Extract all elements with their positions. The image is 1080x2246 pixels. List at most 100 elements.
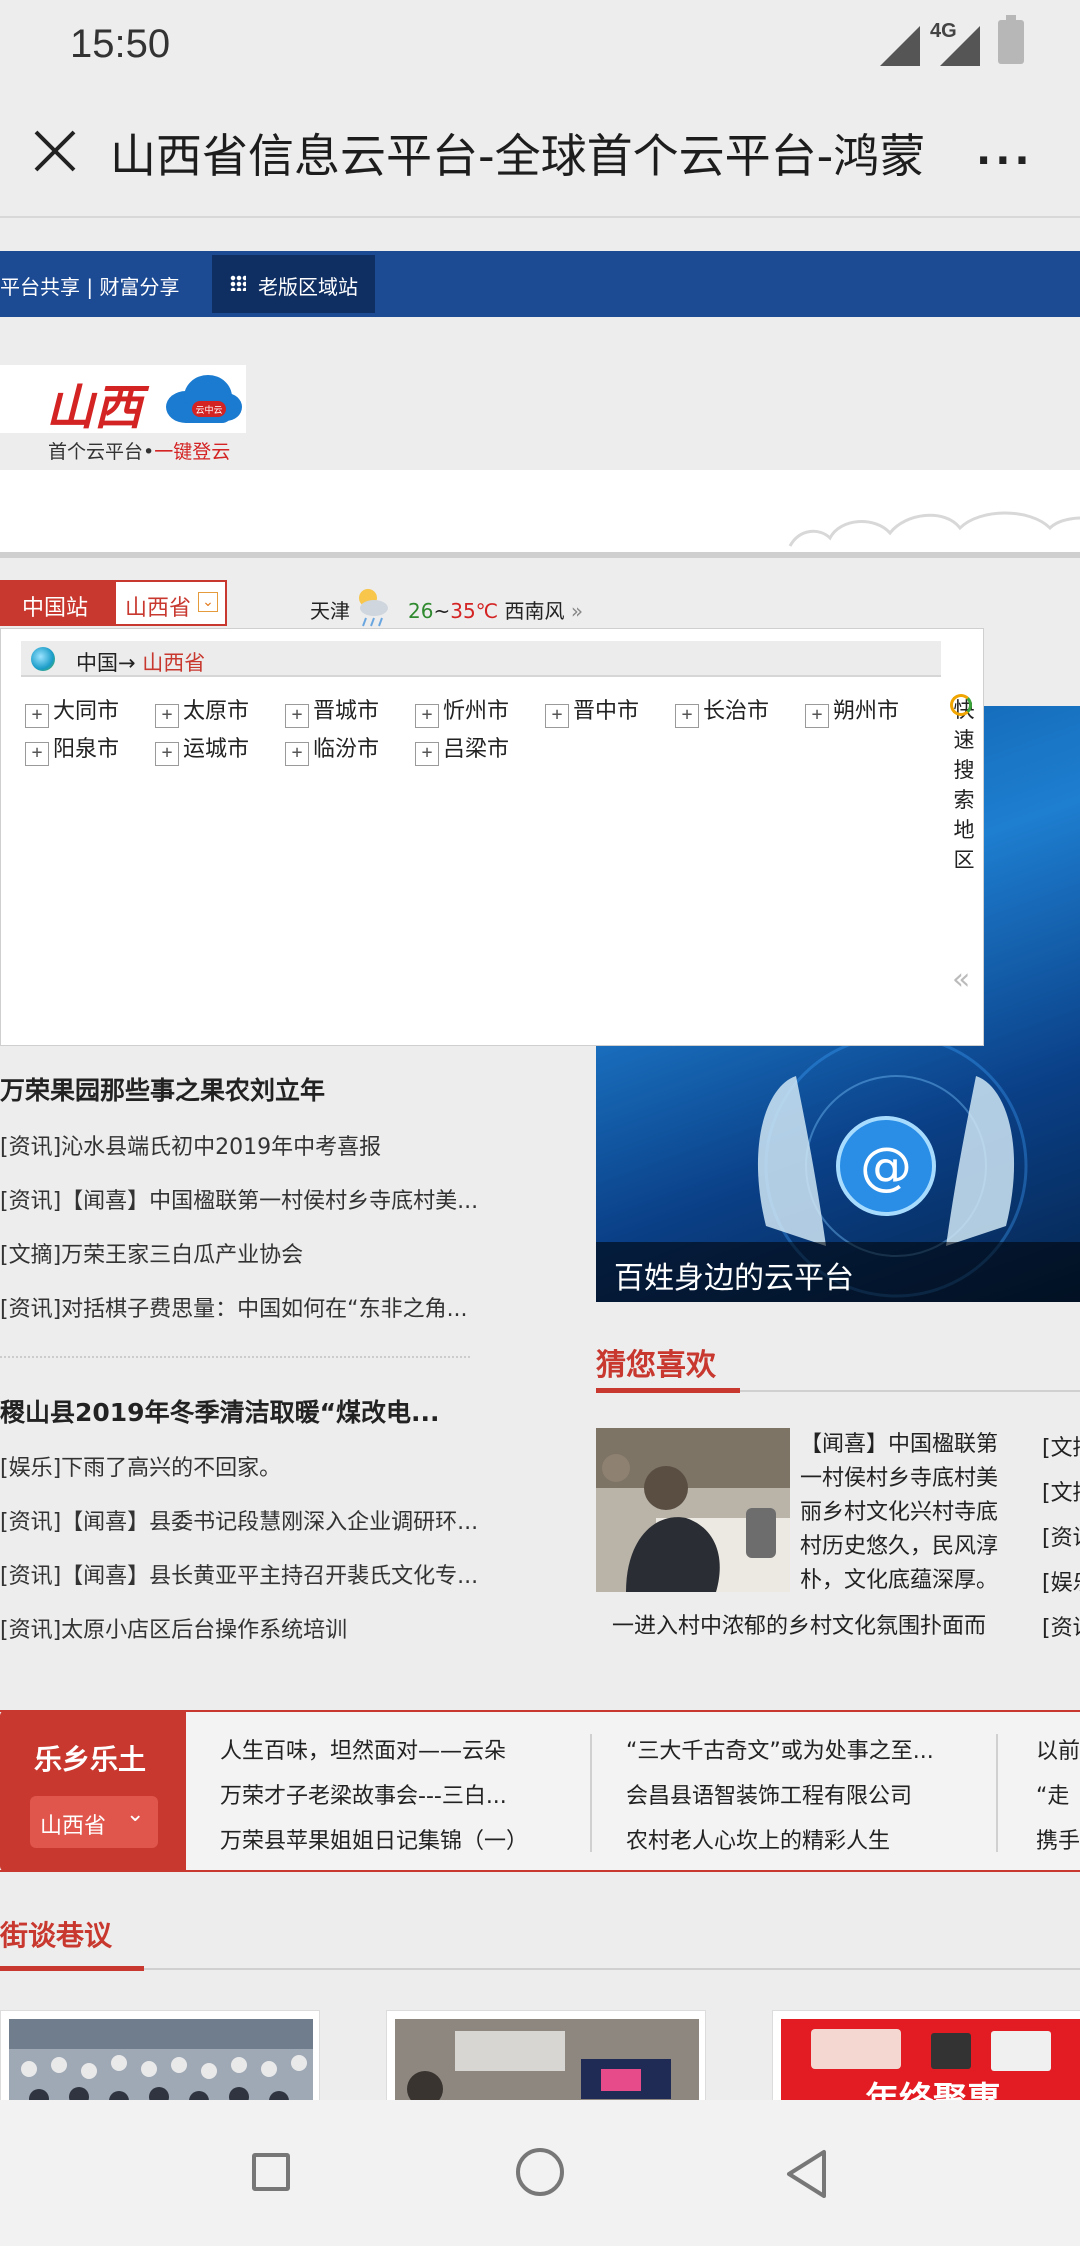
divider: [590, 1734, 592, 1852]
expand-icon: +: [285, 704, 309, 728]
expand-icon: +: [675, 704, 699, 728]
region-path-current[interactable]: 山西省: [142, 651, 205, 675]
lexiang-item[interactable]: “走: [1036, 1778, 1069, 1810]
news-item[interactable]: [资讯]对括棋子费思量：中国如何在“东非之角...: [0, 1291, 468, 1323]
photo-illustration: [596, 1428, 790, 1592]
news-item[interactable]: [资讯]【闻喜】中国楹联第一村侯村乡寺底村美...: [0, 1183, 478, 1215]
banner-caption[interactable]: 百姓身边的云平台: [614, 1253, 854, 1297]
street-talk-card[interactable]: [0, 2010, 320, 2106]
close-icon[interactable]: [30, 126, 80, 176]
city-datong[interactable]: + 大同市: [25, 693, 119, 728]
chevron-down-icon: ⌄: [126, 1802, 145, 1827]
street-talk-card[interactable]: 年终聚惠: [772, 2010, 1080, 2106]
divider: [0, 1356, 470, 1358]
city-lvliang[interactable]: + 吕梁市: [415, 731, 509, 766]
more-icon[interactable]: ...: [976, 128, 1034, 174]
side-news-item[interactable]: [文摘: [1042, 1475, 1080, 1507]
grid-icon: [230, 275, 246, 291]
city-label: 运城市: [183, 737, 250, 762]
back-button[interactable]: [784, 2148, 830, 2200]
home-button[interactable]: [516, 2148, 564, 2196]
lexiang-item[interactable]: 万荣县苹果姐姐日记集锦（一）: [220, 1823, 528, 1855]
guess-like-summary[interactable]: 【闻喜】中国楹联第一村侯村乡寺底村美丽乡村文化兴村寺底村历史悠久，民风淳朴，文化…: [800, 1428, 1012, 1598]
news-item[interactable]: [资讯]太原小店区后台操作系统培训: [0, 1612, 347, 1644]
lexiang-item[interactable]: 携手: [1036, 1823, 1080, 1855]
top-navigation: 平台共享 | 财富分享 老版区域站: [0, 251, 1080, 317]
weather-city: 天津: [310, 599, 350, 623]
expand-icon: +: [805, 704, 829, 728]
collapse-icon[interactable]: «: [952, 962, 970, 997]
region-breadcrumb: 中国→ 山西省: [21, 641, 941, 677]
side-news-item[interactable]: [文摘: [1042, 1430, 1080, 1462]
city-label: 吕梁市: [443, 737, 510, 762]
city-yuncheng[interactable]: + 运城市: [155, 731, 249, 766]
quick-search-region[interactable]: 快速搜索地区: [947, 695, 981, 875]
city-changzhi[interactable]: + 长治市: [675, 693, 769, 728]
recent-apps-button[interactable]: [252, 2153, 290, 2191]
city-shuozhou[interactable]: + 朔州市: [805, 693, 899, 728]
lexiang-item[interactable]: 人生百味，坦然面对——云朵: [220, 1733, 506, 1765]
weather-more-icon[interactable]: »: [571, 599, 583, 623]
expand-icon: +: [155, 742, 179, 766]
section-underline: [0, 1966, 144, 1971]
news-item[interactable]: [娱乐]下雨了高兴的不回家。: [0, 1450, 281, 1482]
news-photo[interactable]: [596, 1428, 790, 1592]
city-xinzhou[interactable]: + 忻州市: [415, 693, 509, 728]
side-news-item[interactable]: [资讯: [1042, 1610, 1080, 1642]
loading-icon: [950, 694, 972, 716]
page-title: 山西省信息云平台-全球首个云平台-鸿蒙: [110, 129, 926, 183]
city-linfen[interactable]: + 临汾市: [285, 731, 379, 766]
divider: [0, 1968, 1080, 1970]
browser-title-bar: 山西省信息云平台-全球首个云平台-鸿蒙 ...: [0, 90, 1080, 218]
city-jinzhong[interactable]: + 晋中市: [545, 693, 639, 728]
temp-high: 35℃: [450, 599, 499, 623]
china-station-tab[interactable]: 中国站: [0, 580, 114, 626]
city-label: 晋城市: [313, 699, 380, 724]
city-label: 大同市: [53, 699, 120, 724]
lexiang-province-select[interactable]: 山西省 ⌄: [30, 1796, 158, 1848]
lexiang-province-value: 山西省: [40, 1814, 107, 1839]
city-label: 朔州市: [833, 699, 900, 724]
street-talk-card[interactable]: [386, 2010, 706, 2106]
card-photo: [395, 2019, 699, 2105]
news-headline[interactable]: 万荣果园那些事之果农刘立年: [0, 1071, 325, 1107]
side-news-item[interactable]: [资讯: [1042, 1520, 1080, 1552]
city-jincheng[interactable]: + 晋城市: [285, 693, 379, 728]
old-site-button[interactable]: 老版区域站: [212, 255, 375, 313]
slogan-highlight: 一键登云: [154, 441, 231, 463]
lexiang-item[interactable]: 农村老人心坎上的精彩人生: [626, 1823, 890, 1855]
expand-icon: +: [415, 742, 439, 766]
city-label: 长治市: [703, 699, 770, 724]
svg-text:@: @: [860, 1137, 912, 1197]
city-label: 临汾市: [313, 737, 380, 762]
province-select[interactable]: 山西省 ⌄: [114, 580, 227, 626]
expand-icon: +: [155, 704, 179, 728]
lexiang-item[interactable]: 以前: [1036, 1733, 1080, 1765]
side-news-item[interactable]: [娱乐: [1042, 1565, 1080, 1597]
news-item[interactable]: [资讯]【闻喜】县委书记段慧刚深入企业调研环...: [0, 1504, 478, 1536]
news-headline[interactable]: 稷山县2019年冬季清洁取暖“煤改电...: [0, 1393, 440, 1429]
news-item[interactable]: [文摘]万荣王家三白瓜产业协会: [0, 1237, 303, 1269]
lexiang-item[interactable]: 万荣才子老梁故事会---三白...: [220, 1778, 507, 1810]
share-links[interactable]: 平台共享 | 财富分享: [0, 271, 179, 300]
card-photo: 年终聚惠: [781, 2019, 1080, 2105]
city-taiyuan[interactable]: + 太原市: [155, 693, 249, 728]
status-time: 15:50: [70, 22, 171, 66]
city-yangquan[interactable]: + 阳泉市: [25, 731, 119, 766]
region-dropdown-panel: 中国→ 山西省 + 大同市 + 太原市 + 晋城市 + 忻州市 + 晋中市 + 长治市 + 朔…: [0, 628, 984, 1046]
lexiang-item[interactable]: 会昌县语智装饰工程有限公司: [626, 1778, 912, 1810]
province-select-value: 山西省: [125, 596, 192, 621]
expand-icon: +: [545, 704, 569, 728]
cloud-icon: 云中云: [166, 375, 242, 423]
city-label: 太原市: [183, 699, 250, 724]
cloud-label: 云中云: [195, 404, 222, 416]
chevron-down-icon: ⌄: [198, 592, 218, 612]
news-item[interactable]: [资讯]【闻喜】县长黄亚平主持召开裴氏文化专...: [0, 1558, 478, 1590]
guess-like-summary-more[interactable]: 一进入村中浓郁的乡村文化氛围扑面而: [612, 1608, 986, 1640]
logo-text: 山西: [46, 380, 143, 436]
news-item[interactable]: [资讯]沁水县端氏初中2019年中考喜报: [0, 1129, 381, 1161]
lexiang-item[interactable]: “三大千古奇文”或为处事之至...: [626, 1733, 934, 1765]
expand-icon: +: [415, 704, 439, 728]
cloud-decoration-icon: [788, 511, 1080, 547]
guess-you-like-title: 猜您喜欢: [596, 1348, 716, 1383]
